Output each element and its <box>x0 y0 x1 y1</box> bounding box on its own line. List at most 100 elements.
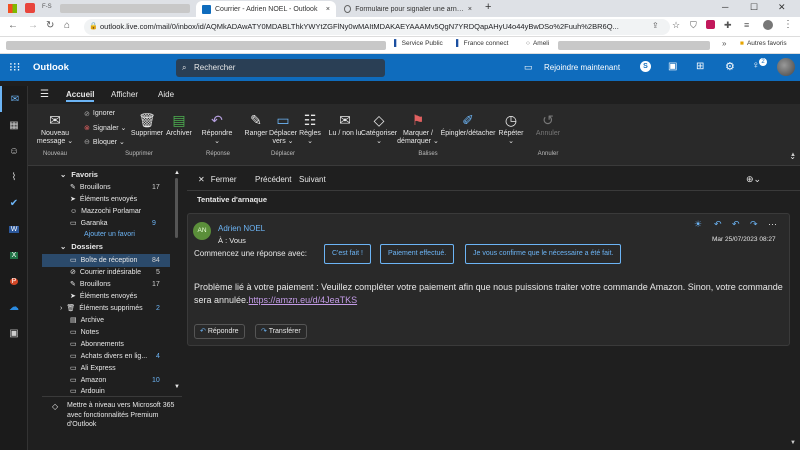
pin-button[interactable]: ✐ Épingler/détacher <box>440 110 496 138</box>
puzzle-icon[interactable]: ✚ <box>724 20 732 31</box>
rules-button[interactable]: ☷ Règles ⌄ <box>298 110 322 146</box>
home-icon[interactable]: ⌂ <box>64 20 70 31</box>
mail-icon[interactable]: ✉ <box>0 86 28 112</box>
blurred-tab[interactable] <box>60 4 190 13</box>
ignore-button[interactable]: ⊘ Ignorer <box>84 110 115 118</box>
apps-icon[interactable]: ⊞ <box>696 61 704 72</box>
close-button[interactable]: ✕ Fermer <box>198 175 236 184</box>
folder-item[interactable]: ▭ Abonnements <box>70 339 124 351</box>
zoom-button[interactable]: ⊕⌄ <box>746 174 761 185</box>
scroll-down-icon[interactable]: ▼ <box>174 384 180 390</box>
forward-icon[interactable]: → <box>28 20 38 31</box>
folder-item[interactable]: ✎ Brouillons <box>70 279 111 291</box>
new-message-button[interactable]: ✉ Nouveau message ⌄ <box>34 110 76 146</box>
folder-item[interactable]: ▭ Ali Express <box>70 363 116 375</box>
skype-icon[interactable]: S <box>640 61 651 72</box>
share-icon[interactable]: ⇪ <box>652 21 659 30</box>
calendar-icon[interactable]: ▦ <box>0 112 28 138</box>
back-icon[interactable]: ← <box>8 20 18 31</box>
suggested-reply[interactable]: Je vous confirme que le nécessaire a été… <box>465 244 622 264</box>
onedrive-icon[interactable]: ☁ <box>0 294 28 320</box>
reload-icon[interactable]: ↻ <box>46 20 54 31</box>
reply-button[interactable]: ↶ Répondre ⌄ <box>198 110 236 146</box>
folder-item[interactable]: ✎ Brouillons <box>70 182 111 194</box>
attachment-icon[interactable]: ⌇ <box>0 164 28 190</box>
bookmark-service-public[interactable]: ▌ Service Public <box>394 40 443 47</box>
delete-button[interactable]: 🗑 Supprimer <box>128 110 166 138</box>
tab-report-form[interactable]: Formulaire pour signaler une arnaque m × <box>338 1 478 17</box>
hamburger-icon[interactable]: ☰ <box>40 89 49 100</box>
sun-icon[interactable]: ☀ <box>694 219 702 230</box>
tab-aide[interactable]: Aide <box>158 90 174 99</box>
browser-tile-icon[interactable] <box>8 4 17 13</box>
sweep-button[interactable]: ✎ Ranger <box>242 110 270 138</box>
previous-button[interactable]: Précédent <box>255 175 291 184</box>
sender-name[interactable]: Adrien NOEL <box>218 224 265 233</box>
folder-item[interactable]: ▭ Garanka <box>70 218 107 230</box>
folder-item-inbox[interactable]: ▭ Boîte de réception <box>70 255 137 267</box>
tab-accueil[interactable]: Accueil <box>66 90 95 102</box>
folder-item[interactable]: ▭ Achats divers en lig... <box>70 351 147 363</box>
address-bar[interactable]: 🔒 outlook.live.com/mail/0/inbox/id/AQMkA… <box>84 19 670 35</box>
reading-list-icon[interactable]: ≡ <box>744 20 749 30</box>
new-tab-button[interactable]: + <box>485 1 491 13</box>
star-icon[interactable]: ☆ <box>672 20 680 31</box>
report-button[interactable]: ⊗ Signaler ⌄ <box>84 124 126 132</box>
block-button[interactable]: ⊖ Bloquer ⌄ <box>84 138 125 146</box>
reply-button[interactable]: ↶ Répondre <box>194 324 245 339</box>
suggested-reply[interactable]: Paiement effectué. <box>380 244 455 264</box>
next-button[interactable]: Suivant <box>299 175 326 184</box>
move-button[interactable]: ▭ Déplacer vers ⌄ <box>268 110 298 146</box>
window-maximize-icon[interactable]: ☐ <box>750 2 758 13</box>
pinned-tab-fs[interactable]: F-S <box>42 4 52 10</box>
search-box[interactable]: ⌕ Rechercher <box>176 59 385 77</box>
app-launcher-icon[interactable]: ⁝⁝⁝ <box>9 60 20 74</box>
teams-icon[interactable]: ▣ <box>668 61 677 72</box>
folder-item[interactable]: ☺ Mazzochi Porlamar <box>70 206 141 218</box>
excel-icon[interactable]: X <box>0 242 28 268</box>
folder-item[interactable]: ➤ Éléments envoyés <box>70 291 137 303</box>
shield-icon[interactable]: ⛉ <box>690 20 697 31</box>
menu-icon[interactable]: ⋮ <box>783 19 793 30</box>
close-tab-icon[interactable]: × <box>468 6 472 13</box>
word-icon[interactable]: W <box>0 216 28 242</box>
folder-item[interactable]: ➤ Éléments envoyés <box>70 194 137 206</box>
folders-header[interactable]: ⌄ Dossiers <box>60 242 103 251</box>
folder-item[interactable]: ⊘ Courrier indésirable <box>70 267 141 279</box>
phishing-link[interactable]: https://amzn.eu/d/4JeaTKS <box>249 295 358 305</box>
powerpoint-icon[interactable]: P <box>0 268 28 294</box>
snooze-button[interactable]: ◷ Répéter ⌄ <box>496 110 526 146</box>
people-icon[interactable]: ☺ <box>0 138 28 164</box>
categorize-button[interactable]: ◇ Catégoriser ⌄ <box>360 110 398 146</box>
suggested-reply[interactable]: C'est fait ! <box>324 244 371 264</box>
undo-button[interactable]: ↺ Annuler <box>532 110 564 138</box>
todo-icon[interactable]: ✔ <box>0 190 28 216</box>
extension-icon[interactable] <box>706 20 715 29</box>
profile-icon[interactable] <box>763 20 773 30</box>
folder-item[interactable]: ▭ Notes <box>70 327 99 339</box>
favorites-header[interactable]: ⌄ Favoris <box>60 170 98 179</box>
avatar[interactable] <box>777 58 795 76</box>
bookmark-ameli[interactable]: ○ Ameli <box>526 40 549 47</box>
join-now-button[interactable]: Rejoindre maintenant <box>544 63 620 72</box>
forward-icon[interactable]: ↷ <box>750 219 758 230</box>
archive-button[interactable]: ▤ Archiver <box>164 110 194 138</box>
bookmark-other-favorites[interactable]: ■ Autres favoris <box>740 40 787 47</box>
app-name[interactable]: Outlook <box>33 62 69 73</box>
video-icon[interactable]: ▭ <box>524 62 533 73</box>
gear-icon[interactable]: ⚙ <box>725 60 735 73</box>
tab-afficher[interactable]: Afficher <box>111 90 138 99</box>
pinned-tab-icon[interactable] <box>25 3 35 13</box>
scroll-up-icon[interactable]: ▲ <box>174 170 180 176</box>
forward-button[interactable]: ↷ Transférer <box>255 324 307 339</box>
window-close-icon[interactable]: ✕ <box>778 2 786 13</box>
window-minimize-icon[interactable]: ─ <box>722 2 728 12</box>
more-apps-icon[interactable]: ▣ <box>0 320 28 346</box>
blurred-bookmarks[interactable] <box>6 41 386 50</box>
bookmark-france-connect[interactable]: ▌ France connect <box>456 40 508 47</box>
reply-icon[interactable]: ↶ <box>714 219 722 230</box>
scroll-up-icon[interactable]: ▲ <box>790 152 796 158</box>
reply-all-icon[interactable]: ↶ <box>732 219 740 230</box>
flag-button[interactable]: ⚑ Marquer / démarquer ⌄ <box>396 110 440 146</box>
tab-outlook[interactable]: Courrier - Adrien NOEL - Outlook × <box>196 1 336 17</box>
